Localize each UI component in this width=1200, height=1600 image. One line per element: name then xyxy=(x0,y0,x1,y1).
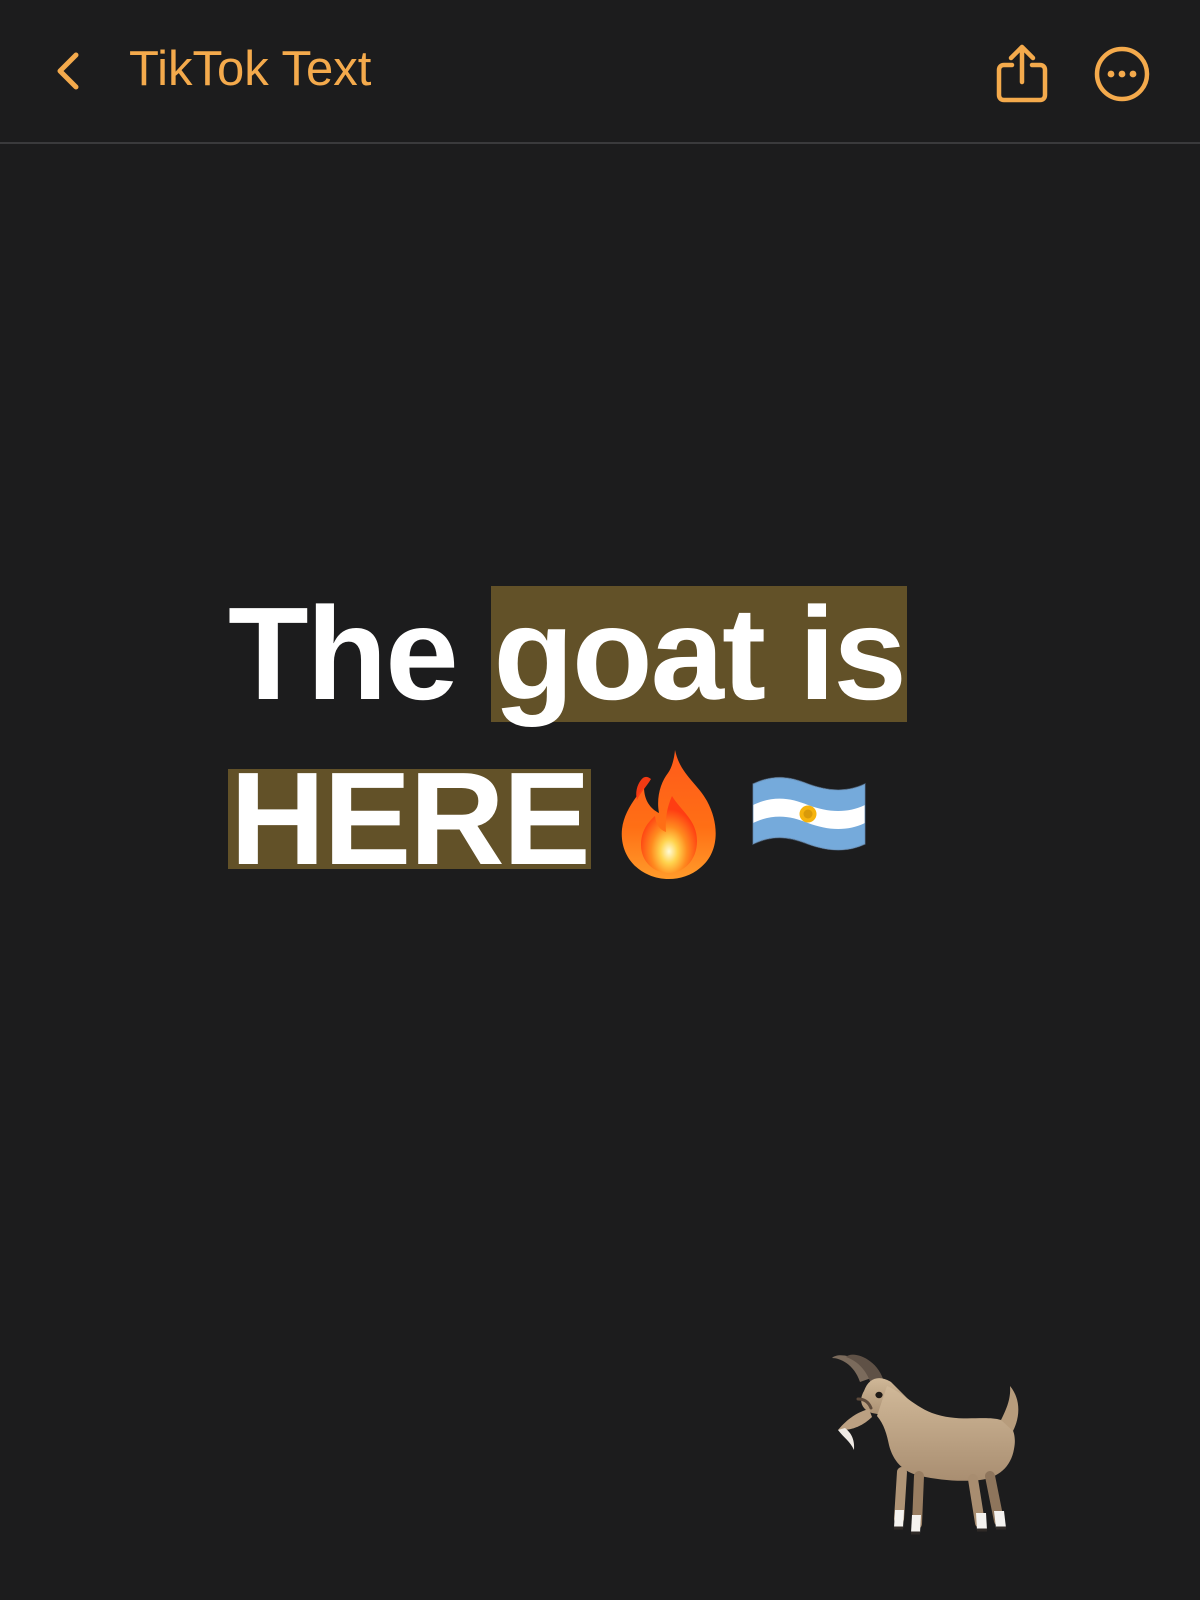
share-button[interactable] xyxy=(994,42,1050,104)
share-icon xyxy=(994,42,1050,104)
page-title: TikTok Text xyxy=(129,42,372,96)
note-body[interactable]: The goat is HERE xyxy=(228,574,988,894)
highlighted-text: goat is xyxy=(491,580,907,727)
navigation-bar: TikTok Text xyxy=(0,0,1200,144)
plain-text: The xyxy=(228,580,459,727)
argentina-flag-icon xyxy=(745,766,871,862)
highlighted-text-here: HERE xyxy=(228,745,591,892)
note-line-1: The goat is xyxy=(228,574,988,734)
ellipsis-circle-icon xyxy=(1092,44,1152,104)
goat-icon xyxy=(820,1340,1024,1536)
back-button[interactable] xyxy=(48,38,88,104)
more-button[interactable] xyxy=(1092,44,1152,104)
chevron-left-icon xyxy=(48,47,88,95)
note-line-2: HERE xyxy=(228,734,988,894)
fire-icon xyxy=(617,745,725,883)
